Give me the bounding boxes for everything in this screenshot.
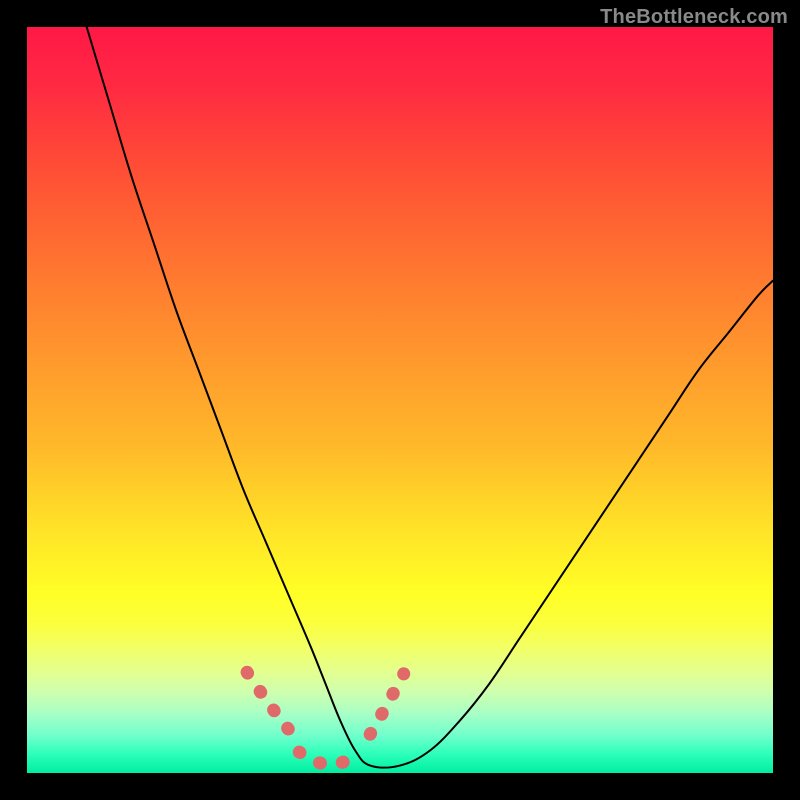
highlight-left <box>247 672 292 733</box>
highlight-bottom <box>299 752 359 764</box>
bottleneck-curve <box>87 27 773 768</box>
highlight-right <box>370 674 404 734</box>
curve-svg <box>27 27 773 773</box>
plot-area <box>27 27 773 773</box>
chart-container: TheBottleneck.com <box>0 0 800 800</box>
watermark-text: TheBottleneck.com <box>600 6 788 29</box>
